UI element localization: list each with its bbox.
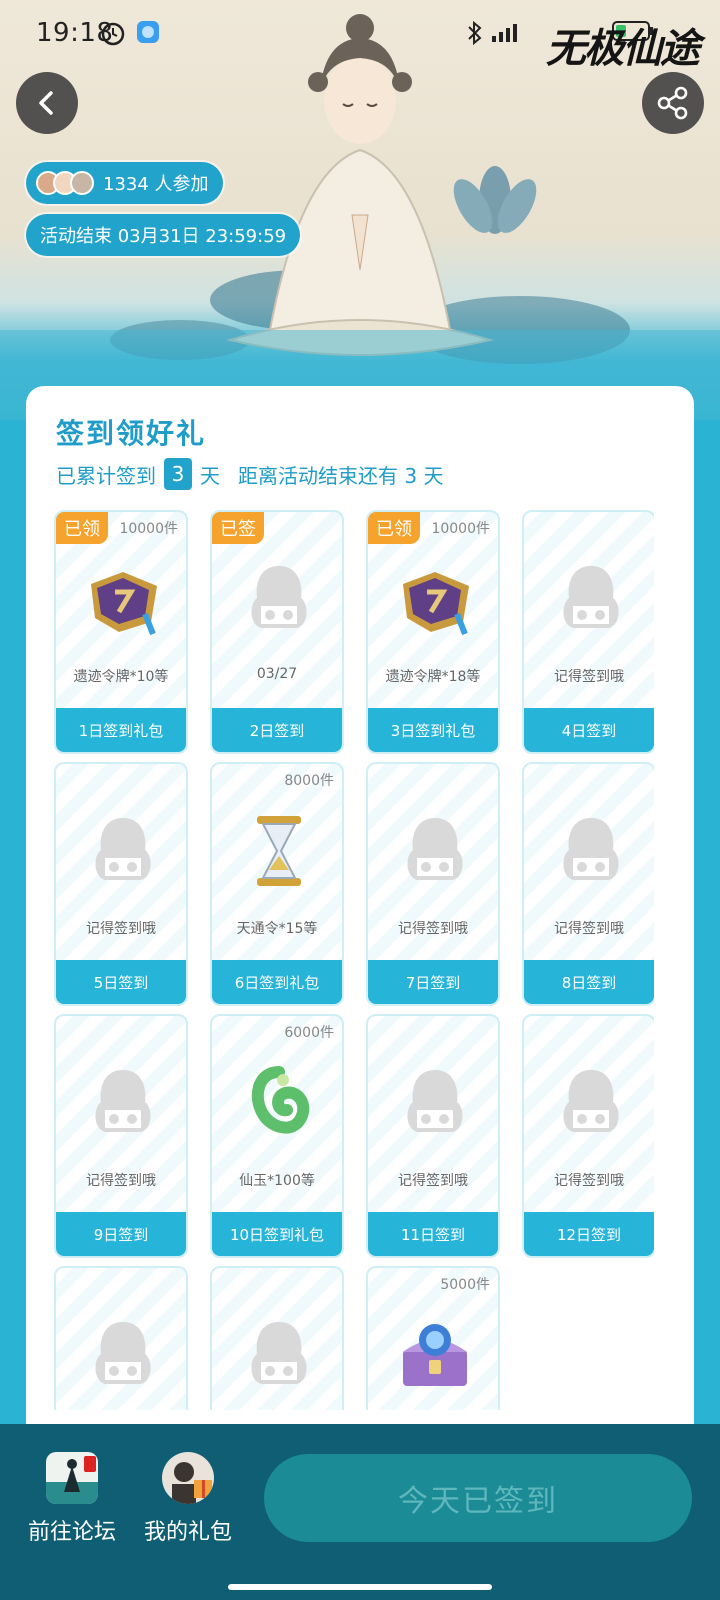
share-button[interactable] bbox=[642, 72, 704, 134]
reward-tile[interactable]: 记得签到哦 8日签到 bbox=[522, 762, 654, 1006]
reward-tile[interactable]: 记得签到哦 5日签到 bbox=[54, 762, 188, 1006]
day-label: 5日签到 bbox=[56, 960, 186, 1004]
reward-tile[interactable]: 记得签到哦 4日签到 bbox=[522, 510, 654, 754]
reward-name: 遗迹令牌*18等 bbox=[385, 669, 481, 685]
card-title: 签到领好礼 bbox=[56, 417, 207, 450]
placeholder-icon bbox=[83, 1058, 163, 1148]
day-label: 10日签到礼包 bbox=[212, 1212, 342, 1256]
reward-tile[interactable]: 记得签到哦 11日签到 bbox=[366, 1014, 500, 1258]
day-label: 6日签到礼包 bbox=[212, 960, 342, 1004]
end-time-text: 活动结束 03月31日 23:59:59 bbox=[40, 226, 287, 247]
claimed-tag: 已领 bbox=[56, 512, 108, 544]
forum-label: 前往论坛 bbox=[27, 1520, 116, 1545]
reward-tile[interactable]: 记得签到哦 9日签到 bbox=[54, 1014, 188, 1258]
checkin-button[interactable]: 今天已签到 bbox=[264, 1454, 692, 1542]
reward-name: 记得签到哦 bbox=[398, 921, 468, 937]
reward-tile[interactable]: 记得签到哦 12日签到 bbox=[522, 1014, 654, 1258]
day-label: 8日签到 bbox=[524, 960, 654, 1004]
checkin-stats: 已累计签到 3 天 距离活动结束还有 3 天 bbox=[56, 458, 443, 490]
stock-count: 10000件 bbox=[431, 521, 490, 537]
placeholder-icon bbox=[239, 1310, 319, 1400]
reward-tile[interactable]: 8000件天通令*15等 6日签到礼包 bbox=[210, 762, 344, 1006]
reward-tile[interactable]: 已签 03/27 2日签到 bbox=[210, 510, 344, 754]
placeholder-icon bbox=[551, 1058, 631, 1148]
reward-tile[interactable]: 5000件 bbox=[366, 1266, 500, 1410]
day-label: 9日签到 bbox=[56, 1212, 186, 1256]
participant-avatars bbox=[36, 171, 94, 195]
placeholder-icon bbox=[551, 806, 631, 896]
end-time-badge: 活动结束 03月31日 23:59:59 bbox=[26, 214, 301, 256]
jade-icon bbox=[239, 1058, 319, 1148]
reward-tile[interactable]: 已领 10000件遗迹令牌*18等 3日签到礼包 bbox=[366, 510, 500, 754]
home-indicator[interactable] bbox=[228, 1584, 492, 1590]
claimed-tag: 已签 bbox=[212, 512, 264, 544]
bluetooth-icon bbox=[468, 20, 482, 46]
day-label: 1日签到礼包 bbox=[56, 708, 186, 752]
accum-prefix: 已累计签到 bbox=[56, 463, 156, 488]
day-label: 3日签到礼包 bbox=[368, 708, 498, 752]
token-icon bbox=[395, 554, 475, 644]
reward-name: 记得签到哦 bbox=[398, 1173, 468, 1189]
back-button[interactable] bbox=[16, 72, 78, 134]
back-arrow-icon bbox=[39, 91, 53, 115]
gift-avatar-icon bbox=[162, 1452, 214, 1504]
avatar bbox=[70, 171, 94, 195]
participants-badge: 1334 人参加 bbox=[26, 162, 223, 204]
gift-label: 我的礼包 bbox=[143, 1520, 232, 1545]
forum-icon bbox=[46, 1452, 98, 1504]
participants-count: 1334 人参加 bbox=[103, 174, 209, 195]
bottom-bar: 前往论坛 我的礼包 今天已签到 bbox=[0, 1424, 720, 1600]
reward-name: 03/27 bbox=[256, 666, 298, 682]
day-label: 12日签到 bbox=[524, 1212, 654, 1256]
token-icon bbox=[83, 554, 163, 644]
reward-tile[interactable]: 6000件仙玉*100等 10日签到礼包 bbox=[210, 1014, 344, 1258]
hero-banner: 19:18 无极仙途 1334 人参加 活动结束 03月31日 23:59:59 bbox=[0, 0, 720, 420]
reward-name: 记得签到哦 bbox=[86, 1173, 156, 1189]
reward-name: 天通令*15等 bbox=[236, 921, 318, 937]
day-label: 7日签到 bbox=[368, 960, 498, 1004]
reward-name: 遗迹令牌*10等 bbox=[73, 669, 169, 685]
placeholder-icon bbox=[83, 1310, 163, 1400]
day-label: 4日签到 bbox=[524, 708, 654, 752]
game-logo: 无极仙途 bbox=[546, 25, 700, 72]
placeholder-icon bbox=[551, 554, 631, 644]
alarm-icon bbox=[101, 22, 125, 46]
reward-name: 记得签到哦 bbox=[554, 921, 624, 937]
app-notification-icon bbox=[137, 21, 159, 43]
my-gifts-nav[interactable]: 我的礼包 bbox=[140, 1452, 236, 1546]
accum-suffix: 天 bbox=[200, 463, 220, 488]
placeholder-icon bbox=[395, 1058, 475, 1148]
reward-name: 记得签到哦 bbox=[86, 921, 156, 937]
reward-tile[interactable] bbox=[54, 1266, 188, 1410]
placeholder-icon bbox=[239, 554, 319, 644]
stock-count: 5000件 bbox=[440, 1277, 490, 1293]
reward-tile[interactable]: 记得签到哦 7日签到 bbox=[366, 762, 500, 1006]
day-label: 2日签到 bbox=[212, 708, 342, 752]
share-icon bbox=[657, 86, 688, 120]
stock-count: 8000件 bbox=[284, 773, 334, 789]
reward-grid: 已领 10000件遗迹令牌*10等 1日签到礼包 已签 03/27 2日签到 已领 10000… bbox=[54, 510, 654, 1410]
reward-tile[interactable] bbox=[210, 1266, 344, 1410]
reward-name: 记得签到哦 bbox=[554, 1173, 624, 1189]
stock-count: 6000件 bbox=[284, 1025, 334, 1041]
reward-tile[interactable]: 已领 10000件遗迹令牌*10等 1日签到礼包 bbox=[54, 510, 188, 754]
hourglass-icon bbox=[239, 806, 319, 896]
claimed-tag: 已领 bbox=[368, 512, 420, 544]
accum-days: 3 bbox=[164, 458, 192, 490]
reward-name: 记得签到哦 bbox=[554, 669, 624, 685]
placeholder-icon bbox=[395, 806, 475, 896]
forum-nav[interactable]: 前往论坛 bbox=[24, 1452, 120, 1546]
reward-name: 仙玉*100等 bbox=[239, 1173, 315, 1189]
checkin-card: 签到领好礼 已累计签到 3 天 距离活动结束还有 3 天 已领 10000件遗迹令… bbox=[26, 386, 694, 1446]
treasure-chest-icon bbox=[395, 1310, 475, 1400]
day-label: 11日签到 bbox=[368, 1212, 498, 1256]
remaining-days: 距离活动结束还有 3 天 bbox=[238, 463, 444, 488]
placeholder-icon bbox=[83, 806, 163, 896]
stock-count: 10000件 bbox=[119, 521, 178, 537]
signal-icon bbox=[492, 24, 517, 42]
